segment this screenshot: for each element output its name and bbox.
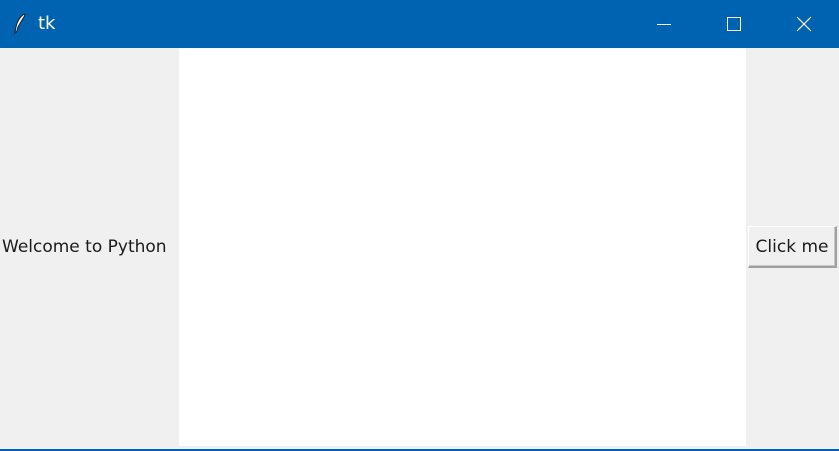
close-button[interactable] (769, 0, 839, 48)
tk-window: tk Welcome to Python Click me (0, 0, 839, 451)
minimize-button[interactable] (629, 0, 699, 48)
feather-icon (12, 13, 28, 35)
click-me-button[interactable]: Click me (748, 226, 837, 268)
close-icon (796, 16, 812, 32)
maximize-button[interactable] (699, 0, 769, 48)
title-bar[interactable]: tk (0, 0, 839, 48)
welcome-label: Welcome to Python (2, 237, 167, 257)
maximize-icon (727, 17, 741, 31)
white-canvas[interactable] (179, 48, 746, 446)
minimize-icon (657, 24, 671, 25)
window-client-area: Welcome to Python Click me (0, 48, 839, 449)
window-title: tk (38, 13, 56, 34)
